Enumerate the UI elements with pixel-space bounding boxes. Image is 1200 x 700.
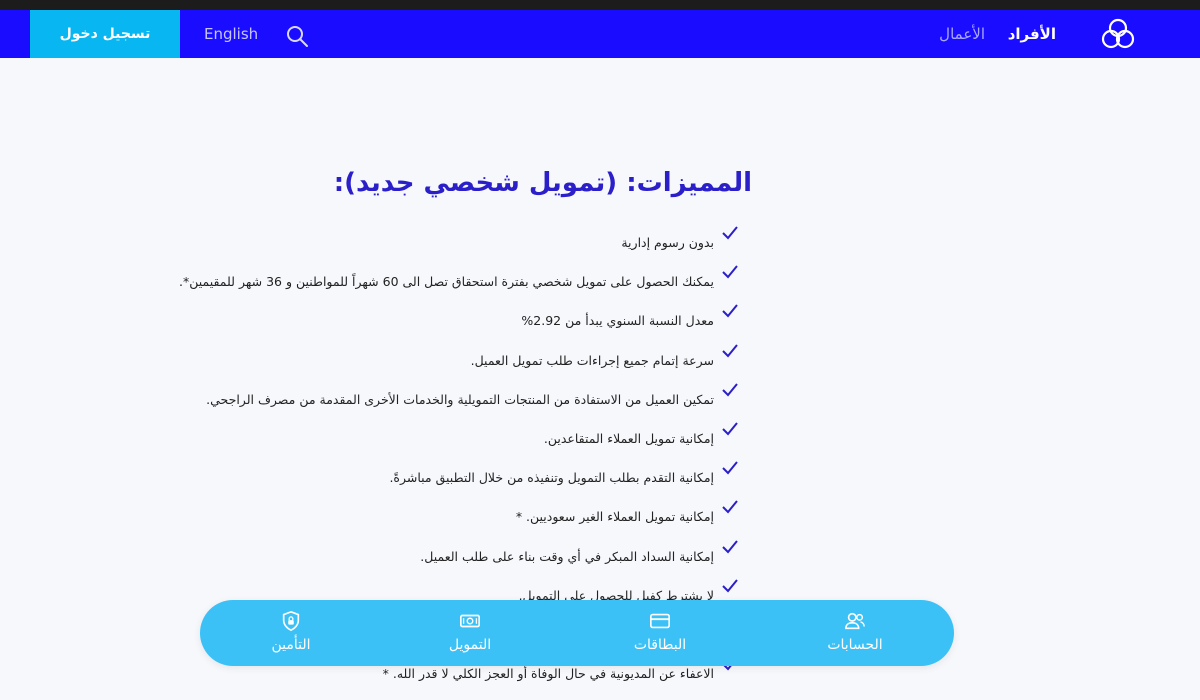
feature-item: تمكين العميل من الاستفادة من المنتجات ال… [0, 383, 738, 422]
feature-item: إمكانية السداد المبكر في أي وقت بناء على… [0, 539, 738, 579]
check-icon [722, 343, 738, 358]
users-icon [845, 612, 865, 630]
login-button[interactable]: تسجيل دخول [30, 10, 180, 58]
window-top-strip [0, 0, 1200, 10]
banknote-icon [460, 614, 480, 628]
feature-text: معدل النسبة السنوي يبدأ من 2.92% [521, 313, 714, 329]
feature-item: سرعة إتمام جميع إجراءات طلب تمويل العميل… [0, 343, 738, 383]
feature-text: إمكانية تمويل العملاء الغير سعوديين. * [515, 509, 714, 525]
bottom-nav-accounts[interactable]: الحسابات [800, 610, 910, 658]
feature-item: إمكانية تمويل العملاء الغير سعوديين. * [0, 500, 738, 539]
check-icon [722, 422, 738, 436]
bottom-nav-bar: الحسابات البطاقات التمويل التأمين [200, 600, 954, 666]
page-title: المميزات: (تمويل شخصي جديد): [333, 168, 752, 198]
check-icon [722, 226, 738, 240]
feature-item: إمكانية التقدم بطلب التمويل وتنفيذه من خ… [0, 461, 738, 500]
check-icon [722, 304, 738, 318]
three-circles-logo-icon[interactable] [1100, 16, 1136, 52]
card-icon [650, 613, 670, 629]
bottom-nav-insurance[interactable]: التأمين [236, 610, 346, 658]
check-icon [722, 461, 738, 475]
feature-item: معدل النسبة السنوي يبدأ من 2.92% [0, 304, 738, 343]
bottom-nav-accounts-label: الحسابات [827, 637, 883, 653]
feature-text: بدون رسوم إدارية [621, 235, 714, 250]
search-icon[interactable] [285, 24, 309, 48]
feature-item: بدون رسوم إدارية [0, 226, 738, 265]
feature-text: إمكانية التقدم بطلب التمويل وتنفيذه من خ… [389, 470, 714, 486]
bottom-nav-insurance-label: التأمين [271, 637, 311, 653]
feature-text: إمكانية السداد المبكر في أي وقت بناء على… [420, 548, 714, 564]
bottom-nav-cards-label: البطاقات [633, 637, 687, 653]
feature-item: إمكانية تمويل العملاء المتقاعدين. [0, 422, 738, 461]
nav-individuals[interactable]: الأفراد [1008, 24, 1056, 44]
bottom-nav-finance[interactable]: التمويل [415, 610, 525, 658]
feature-item: يمكنك الحصول على تمويل شخصي بفترة استحقا… [0, 265, 738, 304]
bottom-nav-finance-label: التمويل [448, 637, 492, 653]
shield-lock-icon [282, 610, 300, 632]
check-icon [722, 539, 738, 553]
feature-text: تمكين العميل من الاستفادة من المنتجات ال… [206, 391, 714, 407]
feature-text: سرعة إتمام جميع إجراءات طلب تمويل العميل… [470, 352, 714, 368]
check-icon [722, 383, 738, 397]
bottom-nav-cards[interactable]: البطاقات [605, 610, 715, 658]
check-icon [722, 265, 738, 279]
feature-text: الاعفاء عن المديونية في حال الوفاة أو ال… [382, 666, 714, 682]
feature-text: يمكنك الحصول على تمويل شخصي بفترة استحقا… [178, 274, 714, 290]
top-navbar: الأفراد الأعمال English [0, 10, 1200, 58]
feature-text: إمكانية تمويل العملاء المتقاعدين. [543, 430, 714, 446]
check-icon [722, 500, 738, 514]
language-switch-link[interactable]: English [204, 24, 258, 44]
nav-business[interactable]: الأعمال [939, 24, 985, 44]
check-icon [722, 579, 738, 593]
